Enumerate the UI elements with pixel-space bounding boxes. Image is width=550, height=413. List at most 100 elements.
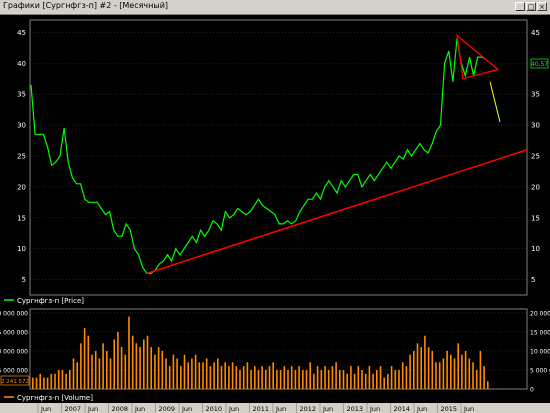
chart-window: Графики [Сургнфгз-п] #2 - [Месячный] _ □… bbox=[0, 0, 550, 413]
volume-bar bbox=[50, 373, 53, 389]
volume-bar bbox=[376, 370, 378, 389]
price-y-tick-right: 25 bbox=[531, 152, 540, 160]
maximize-button[interactable]: □ bbox=[526, 2, 536, 11]
volume-bar bbox=[413, 350, 415, 389]
volume-bar bbox=[313, 373, 315, 389]
volume-bar bbox=[420, 347, 422, 389]
volume-y-axis-left: 20 000 000 15 000 000 10 000 000 5 000 000 bbox=[0, 310, 28, 374]
volume-bar bbox=[368, 366, 371, 389]
x-axis-label: Jun bbox=[275, 405, 286, 413]
volume-bar bbox=[224, 362, 226, 389]
window-title: Графики [Сургнфгз-п] #2 - [Месячный] bbox=[3, 1, 169, 10]
volume-bar bbox=[191, 358, 193, 389]
volume-bar bbox=[461, 354, 463, 389]
x-axis-label: 2008 bbox=[112, 405, 129, 413]
volume-bar bbox=[202, 362, 204, 389]
volume-bar bbox=[117, 331, 119, 389]
volume-bar bbox=[427, 347, 430, 389]
volume-bar bbox=[298, 366, 300, 389]
volume-bar bbox=[457, 343, 459, 389]
volume-bar bbox=[87, 335, 90, 389]
current-volume-label: 2 241 572 bbox=[1, 379, 29, 385]
volume-bar bbox=[387, 373, 389, 389]
volume-bar bbox=[213, 362, 215, 389]
volume-bar bbox=[383, 377, 385, 389]
volume-bar bbox=[46, 377, 49, 389]
volume-bar bbox=[464, 350, 467, 389]
projection-line[interactable] bbox=[489, 81, 501, 123]
volume-bar bbox=[424, 335, 426, 389]
price-y-tick-left: 30 bbox=[17, 122, 26, 130]
volume-bar bbox=[194, 354, 197, 389]
volume-bar bbox=[176, 358, 178, 389]
price-y-tick-right: 20 bbox=[531, 183, 540, 191]
price-y-tick-left: 10 bbox=[17, 245, 26, 253]
volume-bar bbox=[65, 373, 67, 389]
volume-bar bbox=[217, 358, 219, 389]
volume-bar bbox=[316, 366, 319, 389]
volume-bar bbox=[72, 358, 75, 389]
price-panel-frame bbox=[29, 19, 528, 296]
volume-bar bbox=[39, 373, 41, 389]
volume-bar bbox=[235, 366, 238, 389]
volume-bar bbox=[257, 370, 260, 389]
volume-bar bbox=[320, 370, 323, 389]
close-button[interactable]: × bbox=[537, 2, 547, 11]
volume-y-tick-right: 0 bbox=[530, 387, 534, 394]
volume-bar bbox=[250, 370, 252, 389]
volume-bar bbox=[487, 381, 489, 389]
volume-y-tick-left: 20 000 000 bbox=[0, 310, 28, 317]
price-y-tick-left: 5 bbox=[22, 276, 26, 284]
x-axis-label: 2013 bbox=[347, 405, 364, 413]
x-axis-label: Jun bbox=[416, 405, 427, 413]
volume-bar bbox=[32, 377, 34, 389]
volume-series bbox=[32, 316, 489, 389]
volume-legend-label[interactable]: Сургнфгз-п [Volume] bbox=[17, 394, 93, 402]
price-y-tick-right: 30 bbox=[531, 122, 540, 130]
volume-bar bbox=[324, 366, 326, 389]
volume-y-tick-right: 10 000 000 bbox=[530, 348, 550, 355]
volume-bar bbox=[157, 347, 160, 389]
support-trendline[interactable] bbox=[146, 149, 528, 275]
volume-bar bbox=[205, 358, 208, 389]
volume-bar bbox=[450, 354, 452, 389]
volume-bar bbox=[283, 366, 286, 389]
volume-bar bbox=[165, 358, 167, 389]
price-y-tick-left: 45 bbox=[17, 29, 26, 37]
x-axis-label: Jun bbox=[228, 405, 239, 413]
volume-bar bbox=[361, 370, 363, 389]
x-axis-label: 2007 bbox=[65, 405, 82, 413]
volume-bar bbox=[305, 370, 308, 389]
price-legend-label[interactable]: Сургнфгз-п [Price] bbox=[17, 297, 84, 305]
title-bar[interactable]: Графики [Сургнфгз-п] #2 - [Месячный] _ □… bbox=[0, 0, 550, 15]
volume-bar bbox=[357, 366, 360, 389]
volume-bar bbox=[335, 362, 337, 389]
x-axis-label: 2015 bbox=[441, 405, 458, 413]
volume-bar bbox=[83, 328, 86, 389]
volume-bar bbox=[379, 366, 382, 389]
volume-y-tick-right: 15 000 000 bbox=[530, 329, 550, 336]
volume-bar bbox=[479, 350, 482, 389]
volume-bar bbox=[331, 366, 334, 389]
volume-bar bbox=[102, 343, 104, 389]
x-axis-label: Jun bbox=[40, 405, 51, 413]
volume-y-tick-left: 10 000 000 bbox=[0, 348, 28, 355]
current-price-label: 40.57 bbox=[531, 61, 548, 68]
volume-bar bbox=[124, 354, 127, 389]
volume-bar bbox=[294, 370, 297, 389]
price-y-tick-left: 25 bbox=[17, 152, 26, 160]
volume-bar bbox=[268, 366, 271, 389]
volume-bar bbox=[80, 343, 82, 389]
volume-bar bbox=[106, 350, 108, 389]
volume-bar bbox=[180, 366, 182, 389]
price-y-axis-left: 5 10 15 20 25 30 35 40 45 bbox=[17, 29, 26, 284]
x-axis-label: Jun bbox=[463, 405, 474, 413]
volume-bar bbox=[409, 354, 411, 389]
volume-bar bbox=[242, 366, 245, 389]
volume-bar bbox=[405, 366, 408, 389]
volume-bar bbox=[327, 370, 330, 389]
volume-bar bbox=[57, 370, 60, 389]
minimize-button[interactable]: _ bbox=[515, 2, 525, 11]
volume-y-tick-right: 5 000 000 bbox=[530, 367, 550, 374]
volume-bar bbox=[254, 366, 256, 389]
